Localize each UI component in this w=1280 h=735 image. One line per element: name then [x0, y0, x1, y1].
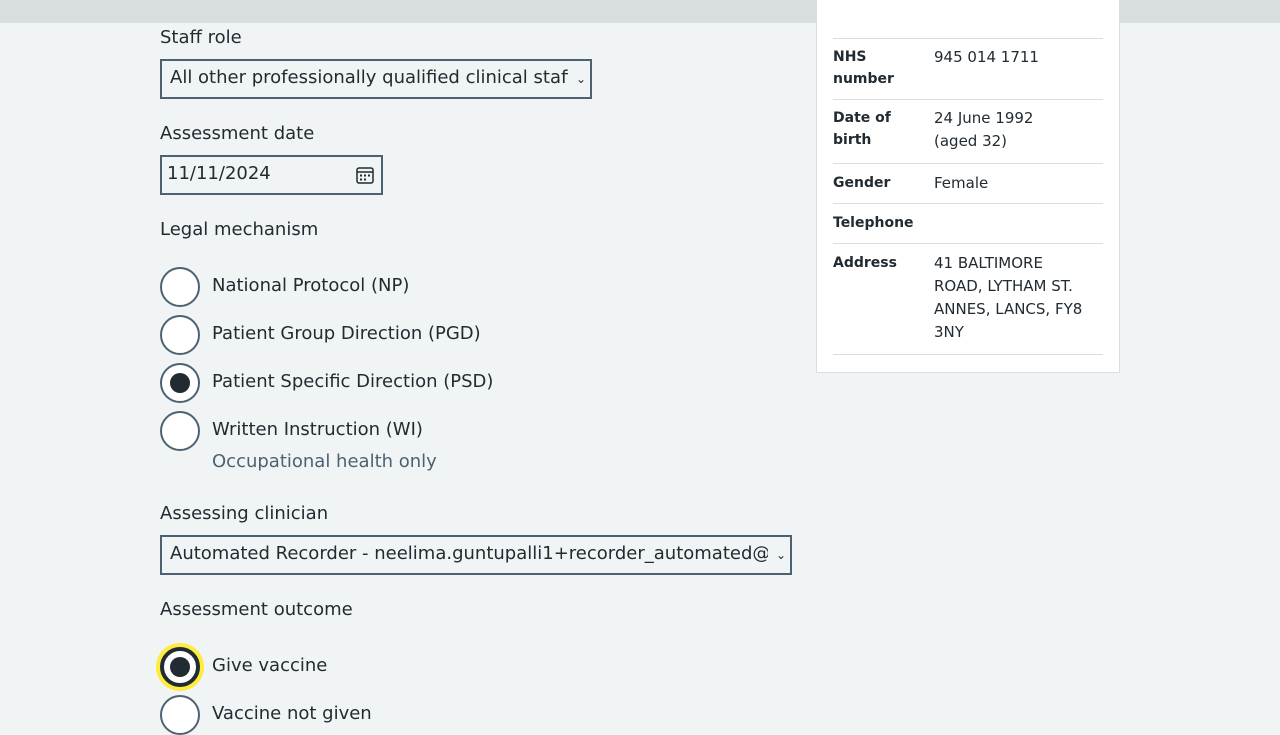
radio-vaccine-not-given[interactable]: [160, 695, 200, 735]
summary-row-nhs-number: NHS number 945 014 1711: [833, 38, 1103, 99]
legal-mechanism-label: Legal mechanism: [160, 219, 319, 240]
summary-value: 24 June 1992 (aged 32): [934, 109, 1034, 150]
radio-patient-group-direction[interactable]: [160, 315, 200, 355]
assessing-clinician-select[interactable]: Automated Recorder - neelima.guntupalli1…: [160, 535, 792, 575]
summary-value: 41 BALTIMORE ROAD, LYTHAM ST. ANNES, LAN…: [934, 254, 1083, 341]
assessment-date-value: 11/11/2024: [167, 163, 271, 184]
summary-row-date-of-birth: Date of birth 24 June 1992 (aged 32): [833, 99, 1103, 163]
summary-row-address: Address 41 BALTIMORE ROAD, LYTHAM ST. AN…: [833, 243, 1103, 354]
radio-label-patient-group-direction[interactable]: Patient Group Direction (PGD): [212, 323, 481, 344]
radio-give-vaccine[interactable]: [160, 647, 200, 687]
assessing-clinician-label: Assessing clinician: [160, 503, 329, 524]
radio-label-give-vaccine[interactable]: Give vaccine: [212, 655, 327, 676]
staff-role-value: All other professionally qualified clini…: [170, 67, 568, 88]
chevron-down-icon: ⌄: [575, 72, 586, 86]
summary-row-telephone: Telephone: [833, 203, 1103, 244]
divider: [833, 354, 1103, 355]
radio-label-national-protocol[interactable]: National Protocol (NP): [212, 275, 409, 296]
summary-row-gender: Gender Female: [833, 163, 1103, 204]
summary-key: NHS number: [833, 49, 894, 87]
radio-written-instruction[interactable]: [160, 411, 200, 451]
radio-label-patient-specific-direction[interactable]: Patient Specific Direction (PSD): [212, 371, 493, 392]
summary-value: Female: [934, 174, 989, 192]
assessment-outcome-label: Assessment outcome: [160, 599, 353, 620]
patient-details-card: NHS number 945 014 1711 Date of birth 24…: [816, 0, 1120, 373]
written-instruction-hint: Occupational health only: [212, 451, 437, 472]
calendar-icon[interactable]: [356, 166, 374, 184]
summary-key: Telephone: [833, 215, 914, 231]
summary-key: Date of birth: [833, 110, 891, 148]
assessing-clinician-value: Automated Recorder - neelima.guntupalli1…: [170, 543, 768, 564]
radio-label-vaccine-not-given[interactable]: Vaccine not given: [212, 703, 372, 724]
staff-role-label: Staff role: [160, 27, 242, 48]
assessment-date-input[interactable]: 11/11/2024: [160, 155, 383, 195]
assessment-date-label: Assessment date: [160, 123, 315, 144]
radio-national-protocol[interactable]: [160, 267, 200, 307]
radio-label-written-instruction[interactable]: Written Instruction (WI): [212, 419, 423, 440]
radio-patient-specific-direction[interactable]: [160, 363, 200, 403]
summary-key: Gender: [833, 175, 891, 191]
chevron-down-icon: ⌄: [775, 548, 786, 562]
summary-key: Address: [833, 255, 897, 271]
staff-role-select[interactable]: All other professionally qualified clini…: [160, 59, 592, 99]
summary-value: 945 014 1711: [934, 48, 1039, 66]
